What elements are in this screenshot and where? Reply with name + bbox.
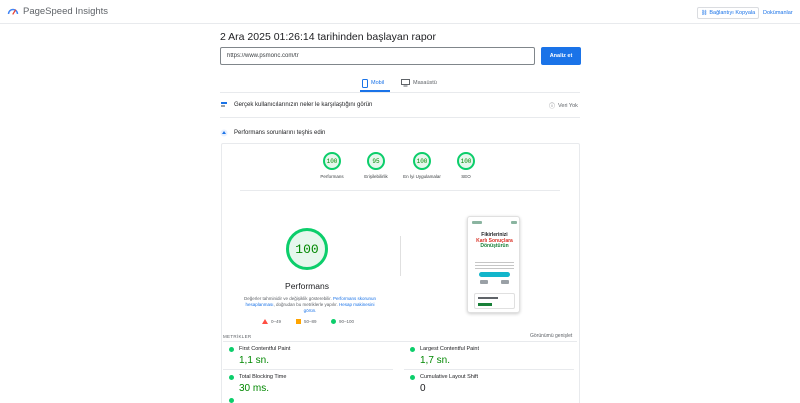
legend-pass: 90–100 [331,319,354,324]
metric-tbt: Total Blocking Time 30 ms. [229,374,389,394]
metric-lcp: Largest Contentful Paint 1,7 sn. [410,346,570,366]
performance-gauge: 100 [286,228,328,270]
metric-fcp: First Contentful Paint 1,1 sn. [229,346,389,366]
metric-value: 1,7 sn. [420,355,451,366]
divider [223,341,577,342]
tab-desktop[interactable]: Masaüstü [401,76,437,90]
headline-line: Dönüştürün [480,243,509,249]
screenshot-cta [479,272,510,277]
pass-circle-icon [229,374,234,380]
no-data-label: Veri Yok [558,102,578,109]
gauge-score: 95 [367,152,385,170]
pass-circle-icon [229,398,234,403]
desktop-icon [401,79,410,87]
metrics-heading: METRİKLER [223,334,252,339]
pass-circle-icon [331,319,336,324]
category-gauge-best-practices[interactable]: 100 En İyi Uygulamalar [402,152,442,179]
report-title: 2 Ara 2025 01:26:14 tarihinden başlayan … [220,31,436,43]
average-square-icon [296,319,301,324]
screenshot-body-text [475,262,514,270]
gauge-label: Erişilebilirlik [364,174,388,179]
metric-value: 0 [420,383,426,394]
copy-link-label: Bağlantıyı Kopyala [709,10,756,16]
diagnose-section[interactable]: Performans sorunlarını teşhis edin [220,125,580,141]
divider [404,369,574,370]
gauge-score: 100 [457,152,475,170]
link-icon: ⛓ [701,10,708,16]
gauge-label: SEO [461,174,471,179]
copy-link-button[interactable]: ⛓ Bağlantıyı Kopyala [697,7,760,19]
legend-average: 50–89 [296,319,317,324]
docs-link[interactable]: Dokümanlar [763,7,793,19]
screenshot-nav [472,221,517,225]
metric-name: Largest Contentful Paint [420,346,480,352]
gauge-score: 100 [323,152,341,170]
metric-name: Total Blocking Time [239,374,287,380]
expand-view-toggle[interactable]: Görünümü genişlet [530,333,572,339]
divider [240,190,560,191]
field-data-icon [221,102,227,107]
legend-range: 0–49 [271,319,282,324]
legend-range: 90–100 [339,319,355,324]
page-screenshot: Fikirlerinizi Karlı Sonuçlara Dönüştürün [467,216,520,313]
top-bar: PageSpeed Insights ⛓ Bağlantıyı Kopyala … [0,0,800,24]
legend-fail: 0–49 [262,319,281,324]
metric-name: Cumulative Layout Shift [420,374,479,380]
divider [223,369,393,370]
metric-value: 30 ms. [239,383,270,394]
metric-value: 1,1 sn. [239,355,270,366]
divider [220,92,580,93]
metric-name: First Contentful Paint [239,346,291,352]
desc-text: , doğrudan bu metriklerle yapılır. [273,302,338,307]
metric-next-indicator [229,398,234,403]
mobile-icon [362,78,368,88]
pagespeed-logo-icon [7,8,19,15]
category-gauge-accessibility[interactable]: 95 Erişilebilirlik [356,152,396,179]
category-gauge-seo[interactable]: 100 SEO [446,152,486,179]
category-gauge-performance[interactable]: 100 Performans [312,152,352,179]
divider [220,117,580,118]
tab-mobile[interactable]: Mobil [362,76,384,90]
desc-text: Değerler tahminidir ve değişiklik göster… [243,296,332,301]
app-name: PageSpeed Insights [23,5,109,17]
legend-range: 50–89 [304,319,317,324]
screenshot-stats [474,280,515,288]
performance-label: Performans [285,281,329,291]
pass-circle-icon [410,374,415,380]
info-icon: ⓘ [549,104,556,110]
pass-circle-icon [229,346,234,352]
analyze-button[interactable]: Analiz et [541,47,581,65]
url-input[interactable] [220,47,535,65]
pass-circle-icon [410,346,415,352]
fail-triangle-icon [262,319,268,324]
gauge-label: En İyi Uygulamalar [403,174,441,179]
tab-mobile-label: Mobil [371,80,385,86]
performance-description: Değerler tahminidir ve değişiklik göster… [240,296,380,314]
lighthouse-icon [220,129,228,137]
field-data-label: Gerçek kullanıcılarınızın neler le karşı… [234,102,373,108]
gauge-score: 100 [413,152,431,170]
divider [400,236,401,276]
screenshot-headline: Fikirlerinizi Karlı Sonuçlara Dönüştürün [470,232,519,250]
diagnose-label: Performans sorunlarını teşhis edin [234,130,326,136]
gauge-label: Performans [320,174,344,179]
tab-desktop-label: Masaüstü [413,80,437,86]
field-data-section[interactable]: Gerçek kullanıcılarınızın neler le karşı… [220,97,580,113]
brand[interactable]: PageSpeed Insights [7,5,108,17]
metric-cls: Cumulative Layout Shift 0 [410,374,570,394]
no-data-indicator: ⓘ Veri Yok [549,101,578,111]
screenshot-card [474,293,515,309]
